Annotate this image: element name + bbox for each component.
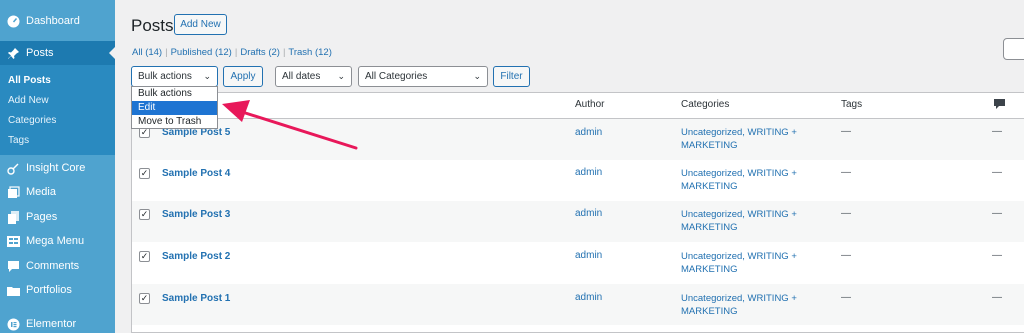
annotation-arrow-icon bbox=[222, 100, 358, 150]
